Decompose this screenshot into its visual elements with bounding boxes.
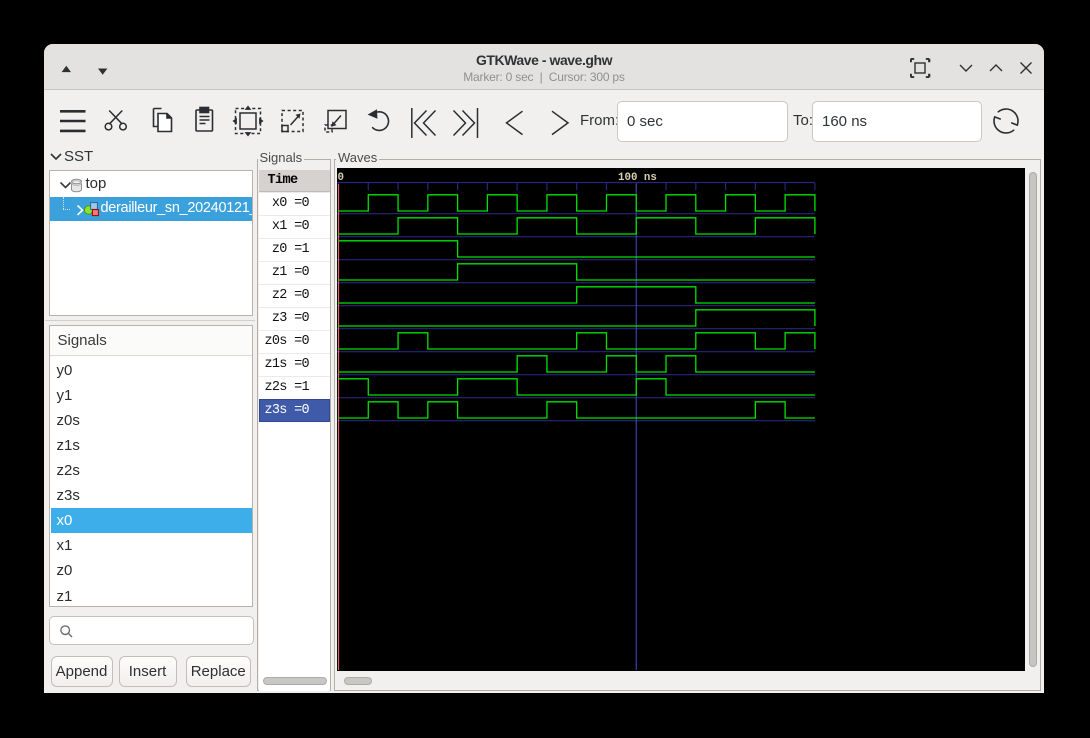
svg-text:100 ns: 100 ns: [618, 172, 657, 184]
svg-text:0: 0: [338, 172, 344, 184]
